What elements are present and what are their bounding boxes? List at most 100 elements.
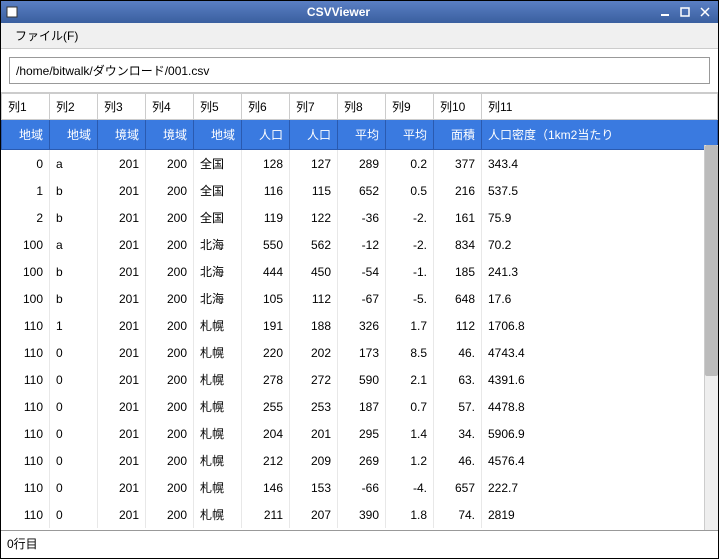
column-header[interactable]: 列2 <box>50 94 98 120</box>
column-header[interactable]: 列4 <box>146 94 194 120</box>
table-row[interactable]: 100b201200北海105112-67-5.64817.6 <box>2 285 718 312</box>
table-cell: 200 <box>146 312 194 339</box>
table-cell: 295 <box>338 420 386 447</box>
table-row[interactable]: 1b201200全国1161156520.5216537.5 <box>2 177 718 204</box>
table-cell: 46. <box>434 447 482 474</box>
table-cell: 200 <box>146 339 194 366</box>
column-header[interactable]: 列5 <box>194 94 242 120</box>
table-cell: 札幌 <box>194 312 242 339</box>
sub-header[interactable]: 人口 <box>242 120 290 150</box>
column-header[interactable]: 列8 <box>338 94 386 120</box>
table-cell: 122 <box>290 204 338 231</box>
table-cell: 188 <box>290 312 338 339</box>
table-row[interactable]: 1100201200札幌2552531870.757.4478.8 <box>2 393 718 420</box>
window-title: CSVViewer <box>23 5 654 19</box>
table-cell: 100 <box>2 258 50 285</box>
close-button[interactable] <box>696 4 714 20</box>
table-cell: 119 <box>242 204 290 231</box>
sub-header[interactable]: 境域 <box>98 120 146 150</box>
table-cell: 100 <box>2 231 50 258</box>
table-cell: 153 <box>290 474 338 501</box>
minimize-button[interactable] <box>656 4 674 20</box>
table-cell: -36 <box>338 204 386 231</box>
table-cell: -2. <box>386 231 434 258</box>
sub-header[interactable]: 地域 <box>50 120 98 150</box>
table-cell: 110 <box>2 393 50 420</box>
table-cell: 652 <box>338 177 386 204</box>
table-cell: 57. <box>434 393 482 420</box>
column-header[interactable]: 列11 <box>482 94 718 120</box>
scroll-thumb[interactable] <box>705 145 718 376</box>
sub-header[interactable]: 境域 <box>146 120 194 150</box>
table-row[interactable]: 1100201200札幌2042012951.434.5906.9 <box>2 420 718 447</box>
table-cell: 191 <box>242 312 290 339</box>
table-cell: -66 <box>338 474 386 501</box>
table-row[interactable]: 100a201200北海550562-12-2.83470.2 <box>2 231 718 258</box>
table-cell: 201 <box>98 285 146 312</box>
table-cell: 0.5 <box>386 177 434 204</box>
table-cell: 1.7 <box>386 312 434 339</box>
table-cell: 201 <box>98 204 146 231</box>
table-cell: 70.2 <box>482 231 718 258</box>
table-cell: 200 <box>146 474 194 501</box>
table-cell: 110 <box>2 420 50 447</box>
table-cell: 46. <box>434 339 482 366</box>
table-row[interactable]: 1100201200札幌2112073901.874.2819 <box>2 501 718 528</box>
table-row[interactable]: 1100201200札幌2782725902.163.4391.6 <box>2 366 718 393</box>
sub-header[interactable]: 面積 <box>434 120 482 150</box>
filepath-field[interactable]: /home/bitwalk/ダウンロード/001.csv <box>9 57 710 84</box>
table-row[interactable]: 0a201200全国1281272890.2377343.4 <box>2 150 718 178</box>
table-cell: 241.3 <box>482 258 718 285</box>
table-cell: 札幌 <box>194 420 242 447</box>
sub-header[interactable]: 人口 <box>290 120 338 150</box>
table-cell: a <box>50 231 98 258</box>
table-row[interactable]: 1100201200札幌146153-66-4.657222.7 <box>2 474 718 501</box>
sub-header[interactable]: 平均 <box>338 120 386 150</box>
table-cell: 537.5 <box>482 177 718 204</box>
maximize-button[interactable] <box>676 4 694 20</box>
table-cell: 201 <box>98 393 146 420</box>
table-cell: 220 <box>242 339 290 366</box>
table-cell: 253 <box>290 393 338 420</box>
sub-header[interactable]: 地域 <box>194 120 242 150</box>
table-cell: 4478.8 <box>482 393 718 420</box>
table-row[interactable]: 1100201200札幌2122092691.246.4576.4 <box>2 447 718 474</box>
column-header[interactable]: 列10 <box>434 94 482 120</box>
table-cell: 187 <box>338 393 386 420</box>
column-header[interactable]: 列6 <box>242 94 290 120</box>
table-cell: 212 <box>242 447 290 474</box>
table-cell: 161 <box>434 204 482 231</box>
table-container[interactable]: 列1列2列3列4列5列6列7列8列9列10列11 地域地域境域境域地域人口人口平… <box>1 92 718 530</box>
table-cell: 200 <box>146 447 194 474</box>
app-icon <box>5 5 19 19</box>
table-cell: 札幌 <box>194 366 242 393</box>
table-cell: 1706.8 <box>482 312 718 339</box>
column-header[interactable]: 列1 <box>2 94 50 120</box>
table-cell: 74. <box>434 501 482 528</box>
vertical-scrollbar[interactable] <box>704 145 718 530</box>
table-cell: 札幌 <box>194 339 242 366</box>
table-cell: 289 <box>338 150 386 178</box>
table-cell: 1 <box>2 177 50 204</box>
table-cell: -12 <box>338 231 386 258</box>
table-cell: 0 <box>50 420 98 447</box>
table-row[interactable]: 1101201200札幌1911883261.71121706.8 <box>2 312 718 339</box>
table-cell: 201 <box>98 339 146 366</box>
table-cell: 2.1 <box>386 366 434 393</box>
table-cell: 全国 <box>194 204 242 231</box>
table-cell: 657 <box>434 474 482 501</box>
sub-header[interactable]: 平均 <box>386 120 434 150</box>
column-header[interactable]: 列7 <box>290 94 338 120</box>
table-row[interactable]: 100b201200北海444450-54-1.185241.3 <box>2 258 718 285</box>
table-row[interactable]: 2b201200全国119122-36-2.16175.9 <box>2 204 718 231</box>
sub-header[interactable]: 人口密度（1km2当たり <box>482 120 718 150</box>
column-header[interactable]: 列9 <box>386 94 434 120</box>
table-cell: 4391.6 <box>482 366 718 393</box>
table-cell: 0 <box>50 447 98 474</box>
column-header[interactable]: 列3 <box>98 94 146 120</box>
table-cell: 63. <box>434 366 482 393</box>
table-cell: 北海 <box>194 258 242 285</box>
table-row[interactable]: 1100201200札幌2202021738.546.4743.4 <box>2 339 718 366</box>
sub-header[interactable]: 地域 <box>2 120 50 150</box>
menu-file[interactable]: ファイル(F) <box>7 23 86 48</box>
